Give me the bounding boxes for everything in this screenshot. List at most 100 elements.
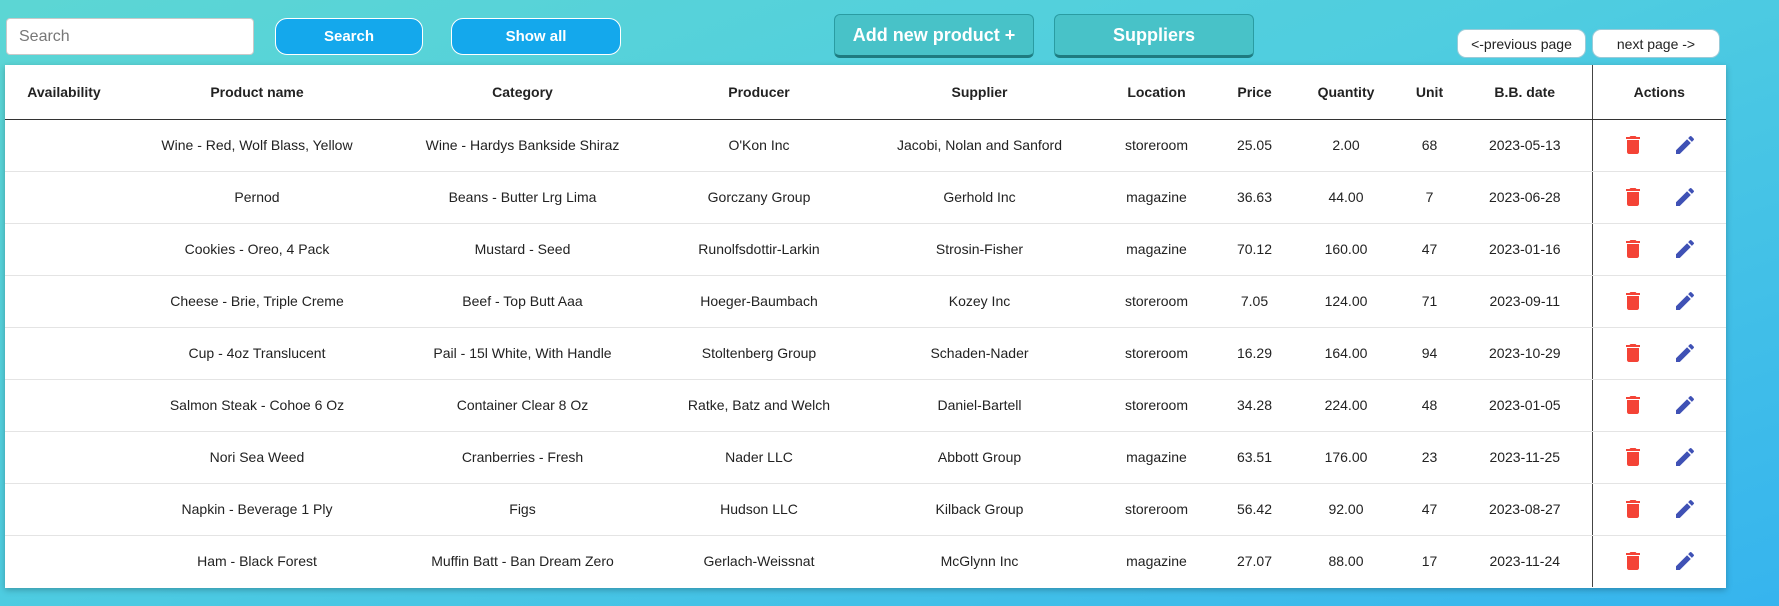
- table-row: Cheese - Brie, Triple Creme Beef - Top Bu…: [5, 275, 1726, 328]
- availability-cell: [5, 431, 123, 484]
- column-header-availability: Availability: [5, 65, 123, 120]
- edit-button[interactable]: [1673, 497, 1697, 521]
- show-all-button[interactable]: Show all: [451, 18, 621, 55]
- edit-button[interactable]: [1673, 341, 1697, 365]
- bb-date-cell: 2023-01-05: [1458, 379, 1592, 432]
- unit-cell: 47: [1401, 483, 1458, 536]
- table-row: Cup - 4oz Translucent Pail - 15l White, W…: [5, 327, 1726, 380]
- location-cell: storeroom: [1095, 379, 1218, 432]
- unit-cell: 17: [1421, 553, 1438, 570]
- price-cell: 56.42: [1218, 483, 1291, 536]
- quantity-cell: 164.00: [1291, 327, 1401, 380]
- location-cell: magazine: [1095, 431, 1218, 484]
- search-input[interactable]: [6, 18, 254, 55]
- search-button[interactable]: Search: [275, 18, 423, 55]
- unit-cell: 23: [1401, 431, 1458, 484]
- quantity-cell: 176.00: [1291, 431, 1401, 484]
- actions-cell: [1591, 483, 1726, 536]
- column-header-bb-date: B.B. date: [1458, 65, 1592, 120]
- pencil-icon: [1673, 187, 1697, 212]
- product-name-cell: Cookies - Oreo, 4 Pack: [123, 223, 391, 276]
- unit-cell: 94: [1401, 327, 1458, 380]
- column-header-supplier: Supplier: [864, 65, 1095, 120]
- pencil-icon: [1673, 291, 1697, 316]
- previous-page-button[interactable]: <-previous page: [1457, 29, 1586, 58]
- edit-button[interactable]: [1673, 133, 1697, 157]
- producer-cell: Nader LLC: [654, 431, 864, 484]
- availability-cell: [5, 119, 123, 172]
- bb-date-cell: 2023-08-27: [1458, 483, 1592, 536]
- location-cell: storeroom: [1095, 275, 1218, 328]
- location-cell: magazine: [1095, 223, 1218, 276]
- delete-button[interactable]: [1621, 549, 1645, 573]
- actions-cell: [1591, 327, 1726, 380]
- trash-icon: [1621, 292, 1645, 316]
- category-cell: Muffin Batt - Ban Dream Zero: [431, 553, 614, 570]
- unit-cell: 7: [1401, 171, 1458, 224]
- category-cell: Beans - Butter Lrg Lima: [391, 171, 654, 224]
- trash-icon: [1621, 396, 1645, 420]
- category-cell: Container Clear 8 Oz: [391, 379, 654, 432]
- actions-cell: [1591, 119, 1726, 172]
- product-name-cell: Ham - Black Forest: [197, 553, 317, 570]
- delete-button[interactable]: [1621, 445, 1645, 469]
- column-header-location: Location: [1095, 65, 1218, 120]
- category-cell: Mustard - Seed: [391, 223, 654, 276]
- column-header-product-name: Product name: [123, 65, 391, 120]
- column-header-unit: Unit: [1401, 65, 1458, 120]
- pencil-icon: [1673, 395, 1697, 420]
- column-header-actions: Actions: [1591, 65, 1726, 120]
- producer-cell: Stoltenberg Group: [654, 327, 864, 380]
- next-page-button[interactable]: next page ->: [1592, 29, 1720, 58]
- table-body: Wine - Red, Wolf Blass, Yellow Wine - Har…: [5, 119, 1726, 587]
- supplier-cell: Kilback Group: [864, 483, 1095, 536]
- price-cell: 36.63: [1218, 171, 1291, 224]
- delete-button[interactable]: [1621, 133, 1645, 157]
- product-name-cell: Napkin - Beverage 1 Ply: [123, 483, 391, 536]
- trash-icon: [1621, 240, 1645, 264]
- delete-button[interactable]: [1621, 289, 1645, 313]
- bb-date-cell: 2023-06-28: [1458, 171, 1592, 224]
- producer-cell: Runolfsdottir-Larkin: [654, 223, 864, 276]
- table-row: Napkin - Beverage 1 Ply Figs Hudson LLC Kil…: [5, 483, 1726, 536]
- delete-button[interactable]: [1621, 237, 1645, 261]
- edit-button[interactable]: [1673, 393, 1697, 417]
- location-cell: storeroom: [1095, 119, 1218, 172]
- table-row: Salmon Steak - Cohoe 6 Oz Container Clear…: [5, 379, 1726, 432]
- producer-cell: Gerlach-Weissnat: [703, 553, 815, 570]
- products-table: Availability Product name Category Produ…: [5, 65, 1726, 587]
- column-header-price: Price: [1218, 65, 1291, 120]
- delete-button[interactable]: [1621, 341, 1645, 365]
- column-header-producer: Producer: [654, 65, 864, 120]
- unit-cell: 48: [1401, 379, 1458, 432]
- edit-button[interactable]: [1673, 549, 1697, 573]
- trash-icon: [1621, 448, 1645, 472]
- category-cell: Beef - Top Butt Aaa: [391, 275, 654, 328]
- supplier-cell: Schaden-Nader: [864, 327, 1095, 380]
- edit-button[interactable]: [1673, 445, 1697, 469]
- location-cell: storeroom: [1095, 483, 1218, 536]
- delete-button[interactable]: [1621, 393, 1645, 417]
- suppliers-button[interactable]: Suppliers: [1054, 14, 1254, 58]
- trash-icon: [1621, 344, 1645, 368]
- add-product-button[interactable]: Add new product +: [834, 14, 1034, 58]
- edit-button[interactable]: [1673, 185, 1697, 209]
- trash-icon: [1621, 552, 1645, 576]
- edit-button[interactable]: [1673, 289, 1697, 313]
- price-cell: 16.29: [1218, 327, 1291, 380]
- product-name-cell: Pernod: [123, 171, 391, 224]
- delete-button[interactable]: [1621, 185, 1645, 209]
- pencil-icon: [1673, 552, 1697, 576]
- supplier-cell: Daniel-Bartell: [864, 379, 1095, 432]
- pencil-icon: [1673, 135, 1697, 160]
- availability-cell: [5, 483, 123, 536]
- availability-cell: [5, 223, 123, 276]
- bb-date-cell: 2023-05-13: [1458, 119, 1592, 172]
- product-name-cell: Nori Sea Weed: [123, 431, 391, 484]
- edit-button[interactable]: [1673, 237, 1697, 261]
- price-cell: 34.28: [1218, 379, 1291, 432]
- delete-button[interactable]: [1621, 497, 1645, 521]
- quantity-cell: 88.00: [1328, 553, 1364, 570]
- actions-cell: [1591, 223, 1726, 276]
- location-cell: magazine: [1126, 553, 1187, 570]
